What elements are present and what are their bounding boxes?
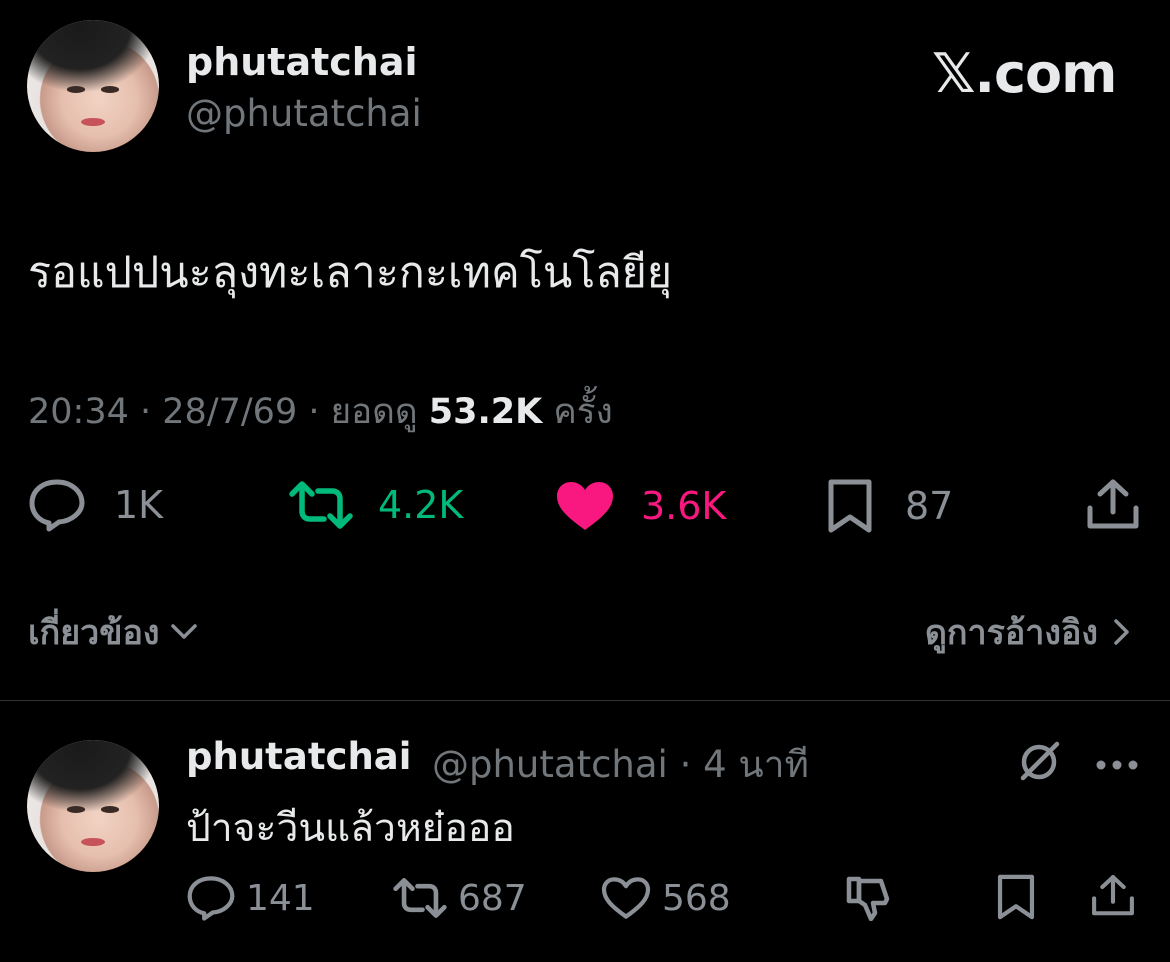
reply-bookmark-button[interactable] <box>995 873 1037 921</box>
reply-repost-count: 687 <box>458 877 527 919</box>
share-icon <box>1087 479 1139 529</box>
reply-reply-count: 141 <box>246 877 315 919</box>
related-label: เกี่ยวข้อง <box>28 613 160 653</box>
like-count: 3.6K <box>641 484 727 528</box>
reply-icon <box>187 876 235 921</box>
view-quotes-link[interactable]: ดูการอ้างอิง <box>925 605 1130 659</box>
repost-button[interactable]: 4.2K <box>288 480 463 530</box>
bookmark-icon <box>828 479 872 533</box>
more-options-icon[interactable] <box>1095 756 1139 775</box>
chevron-down-icon <box>171 624 198 639</box>
reply-author-name[interactable]: phutatchai <box>186 735 411 778</box>
bookmark-count: 87 <box>905 484 954 528</box>
thumbs-down-icon <box>846 876 890 921</box>
reply-text: ป้าจะวีนแล้วหย๋อออ <box>186 806 515 851</box>
heart-icon <box>557 482 613 530</box>
views-count[interactable]: 53.2K <box>429 392 542 432</box>
views-unit: ครั้ง <box>553 392 613 432</box>
author-handle[interactable]: @phutatchai <box>186 92 422 135</box>
repost-icon <box>289 481 353 529</box>
reply-age[interactable]: 4 นาที <box>703 743 809 786</box>
reply-icon <box>29 479 85 532</box>
reply-repost-button[interactable]: 687 <box>392 877 527 919</box>
downvote-button[interactable] <box>845 875 893 921</box>
post-time[interactable]: 20:34 <box>28 392 129 432</box>
post-date[interactable]: 28/7/69 <box>162 392 297 432</box>
bookmark-icon <box>997 874 1035 920</box>
like-button[interactable]: 3.6K <box>555 480 726 532</box>
post-meta: 20:34 · 28/7/69 · ยอดดู 53.2K ครั้ง <box>28 392 613 432</box>
related-toggle[interactable]: เกี่ยวข้อง <box>28 605 199 659</box>
post-text: รอแปปนะลุงทะเลาะกะเทคโนโลยียุ <box>28 248 673 298</box>
divider <box>0 700 1170 701</box>
chevron-right-icon <box>1114 619 1129 645</box>
repost-icon <box>393 878 447 918</box>
share-button[interactable] <box>1085 478 1141 532</box>
author-avatar[interactable] <box>27 20 159 152</box>
reply-author-handle[interactable]: @phutatchai <box>432 743 668 786</box>
author-display-name[interactable]: phutatchai <box>186 40 418 84</box>
reply-button[interactable]: 1K <box>28 478 163 532</box>
bookmark-button[interactable]: 87 <box>825 478 953 534</box>
reply-count: 1K <box>114 483 164 527</box>
heart-outline-icon <box>601 877 651 919</box>
reply-author-avatar[interactable] <box>27 740 159 872</box>
reply-like-count: 568 <box>662 877 731 919</box>
repost-count: 4.2K <box>378 483 464 527</box>
share-icon <box>1092 875 1134 916</box>
view-quotes-label: ดูการอ้างอิง <box>924 613 1098 653</box>
reply-reply-button[interactable]: 141 <box>186 875 315 921</box>
x-logo: 𝕏.com <box>932 42 1117 105</box>
reply-share-button[interactable] <box>1090 873 1136 919</box>
views-label: ยอดดู <box>330 392 418 432</box>
grok-icon[interactable] <box>1017 738 1063 788</box>
reply-like-button[interactable]: 568 <box>600 876 731 920</box>
reply-author-meta: @phutatchai · 4 นาที <box>432 743 809 786</box>
